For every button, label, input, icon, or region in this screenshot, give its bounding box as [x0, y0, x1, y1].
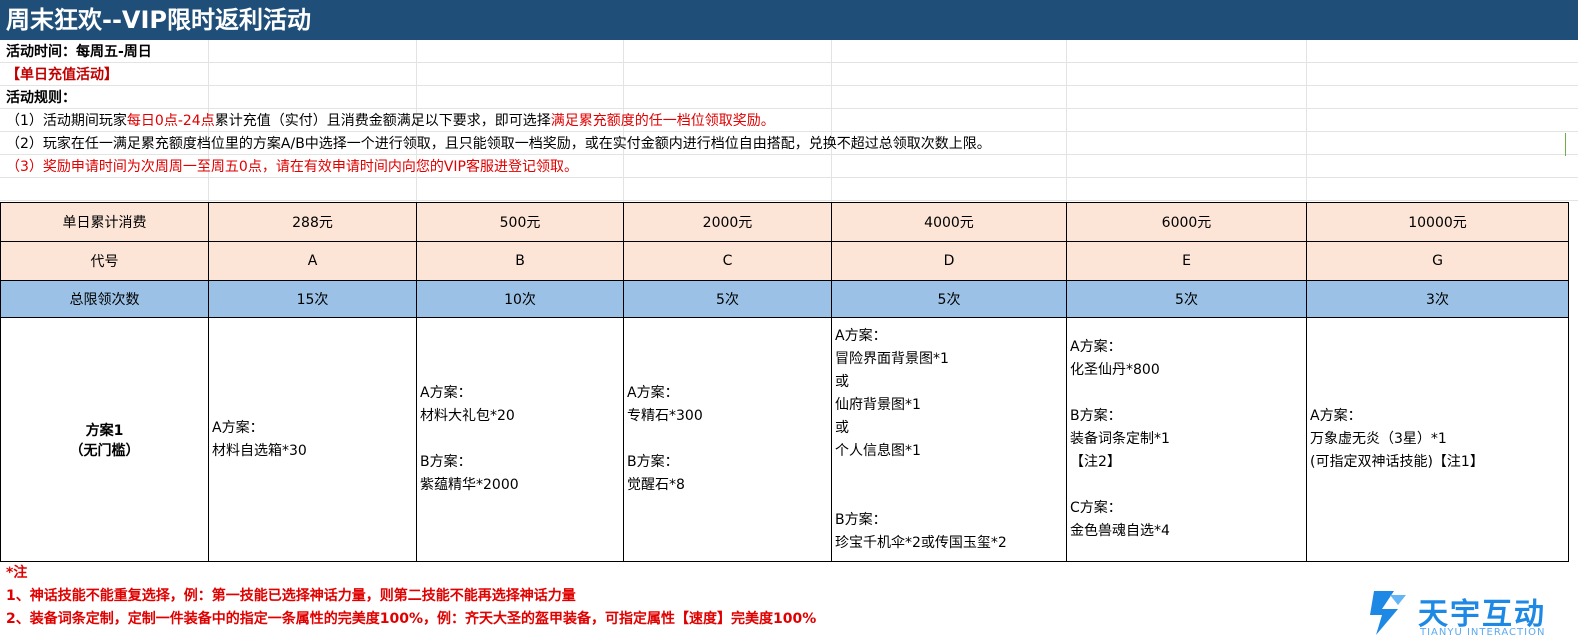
- plan-cell-line: A方案：: [1070, 339, 1122, 355]
- plan-cell-content: A方案： 万象虚无炎（3星）*1 (可指定双神话技能)【注1】: [1307, 405, 1568, 474]
- plan-cell-line: A方案：: [627, 385, 679, 401]
- spend-cell: 288元: [208, 202, 417, 242]
- plan-cell-line: A方案：: [835, 327, 887, 344]
- rule-1-highlight-time: 每日0点-24点: [126, 113, 215, 129]
- plan-cell-line: 专精石*300: [627, 408, 703, 424]
- plan-cell-line: 紫蕴精华*2000: [420, 477, 519, 493]
- code-cell: G: [1306, 241, 1569, 281]
- plan-cell-line: (可指定双神话技能)【注1】: [1310, 454, 1484, 470]
- plan-cell-line: B方案：: [627, 454, 679, 470]
- spend-cell: 500元: [416, 202, 624, 242]
- rule-3: （3）奖励申请时间为次周周一至周五0点，请在有效申请时间内向您的VIP客服进登记…: [6, 159, 578, 175]
- logo-mark-icon: [1370, 591, 1406, 635]
- plan-cell-line: 仙府背景图*1: [835, 396, 921, 413]
- rule-2-text: （2）玩家在任一满足累充额度档位里的方案A/B中选择一个进行领取，且只能领取一档…: [6, 136, 991, 152]
- plan-label-subtitle: （无门槛）: [69, 442, 140, 459]
- plan-cell-line: A方案：: [1310, 408, 1362, 424]
- plan-cell-line: C方案：: [1070, 500, 1122, 516]
- table-row-limit: 总限领次数 15次 10次 5次 5次 5次 3次: [0, 280, 1569, 318]
- limit-label: 总限领次数: [0, 280, 209, 318]
- plan-cell-line: 化圣仙丹*800: [1070, 362, 1160, 378]
- note-2: 2、装备词条定制，定制一件装备中的指定一条属性的完美度100%，例：齐天大圣的盔…: [6, 611, 817, 627]
- plan-cell-gap: [835, 486, 1066, 509]
- rule-1: （1）活动期间玩家每日0点-24点累计充值（实付）且消费金额满足以下要求，即可选…: [6, 110, 775, 133]
- plan-cell-gap: [420, 428, 623, 451]
- selected-cell-border: [1565, 133, 1566, 156]
- spend-cell: 2000元: [623, 202, 832, 242]
- plan-cell: A方案： 材料自选箱*30: [208, 317, 417, 562]
- section-title: 【单日充值活动】: [6, 67, 118, 83]
- plan-cell: A方案： 万象虚无炎（3星）*1 (可指定双神话技能)【注1】: [1306, 317, 1569, 562]
- code-cell: B: [416, 241, 624, 281]
- table-row-spend: 单日累计消费 288元 500元 2000元 4000元 6000元 10000…: [0, 202, 1569, 242]
- rule-1-part-a: （1）活动期间玩家: [6, 113, 127, 129]
- rule-2: （2）玩家在任一满足累充额度档位里的方案A/B中选择一个进行领取，且只能领取一档…: [0, 133, 1560, 156]
- plan-cell-line: 装备词条定制*1: [1070, 431, 1170, 447]
- spend-label: 单日累计消费: [0, 202, 209, 242]
- note-1: 1、神话技能不能重复选择，例：第一技能已选择神话力量，则第二技能不能再选择神话力…: [6, 588, 576, 604]
- notes-section: *注 1、神话技能不能重复选择，例：第一技能已选择神话力量，则第二技能不能再选择…: [6, 562, 816, 631]
- reward-table: 单日累计消费 288元 500元 2000元 4000元 6000元 10000…: [0, 202, 1569, 562]
- limit-cell: 5次: [1066, 280, 1307, 318]
- plan-cell-line: 【注2】: [1070, 454, 1121, 470]
- logo-subtext: TIANYU INTERACTION: [1420, 627, 1546, 638]
- plan-cell-line: B方案：: [420, 454, 472, 470]
- plan-cell: A方案： 化圣仙丹*800 B方案： 装备词条定制*1 【注2】 C方案： 金色兽魂自选*4: [1066, 317, 1307, 562]
- plan-cell: A方案： 材料大礼包*20 B方案： 紫蕴精华*2000: [416, 317, 624, 562]
- spend-cell: 6000元: [1066, 202, 1307, 242]
- plan-cell-line: 金色兽魂自选*4: [1070, 523, 1170, 539]
- plan-cell-line: A方案：: [420, 385, 472, 401]
- plan-cell-line: 材料自选箱*30: [212, 442, 307, 459]
- plan-cell-line: 万象虚无炎（3星）*1: [1310, 431, 1447, 447]
- plan-label-title: 方案1: [85, 422, 124, 439]
- plan-cell-line: 材料大礼包*20: [420, 408, 515, 424]
- plan-cell-content: A方案： 专精石*300 B方案： 觉醒石*8: [624, 382, 831, 497]
- limit-cell: 10次: [416, 280, 624, 318]
- page-title: 周末狂欢--VIP限时返利活动: [0, 0, 1578, 40]
- rule-1-highlight-tier: 满足累充额度的任一档位领取奖励。: [550, 113, 775, 129]
- plan-cell-gap: [627, 428, 831, 451]
- plan-cell-line: 或: [835, 373, 849, 390]
- plan-cell-line: 珍宝千机伞*2或传国玉玺*2: [835, 534, 1007, 551]
- plan-cell-gap: [1070, 382, 1306, 405]
- plan-cell-gap: [1070, 474, 1306, 497]
- limit-cell: 5次: [831, 280, 1067, 318]
- notes-heading: *注: [6, 565, 28, 581]
- plan-label: 方案1 （无门槛）: [0, 317, 209, 562]
- activity-time: 活动时间：每周五-周日: [6, 44, 152, 60]
- spend-cell: 4000元: [831, 202, 1067, 242]
- plan-cell-line: 觉醒石*8: [627, 477, 685, 493]
- table-row-plan: 方案1 （无门槛） A方案： 材料自选箱*30 A方案： 材料大礼包*20 B方案： 紫…: [0, 317, 1569, 562]
- plan-cell-content: A方案： 冒险界面背景图*1 或仙府背景图*1 或个人信息图*1 B方案： 珍宝千机伞*2…: [832, 325, 1066, 555]
- code-cell: D: [831, 241, 1067, 281]
- plan-cell-content: A方案： 材料自选箱*30: [209, 417, 416, 463]
- rule-1-part-c: 累计充值（实付）且消费金额满足以下要求，即可选择: [214, 113, 551, 129]
- plan-cell: A方案： 冒险界面背景图*1 或仙府背景图*1 或个人信息图*1 B方案： 珍宝千机伞*2…: [831, 317, 1067, 562]
- code-label: 代号: [0, 241, 209, 281]
- limit-cell: 15次: [208, 280, 417, 318]
- company-logo: 天宇互动 TIANYU INTERACTION: [1360, 583, 1570, 639]
- plan-cell-line: 或: [835, 419, 849, 436]
- plan-cell-line: B方案：: [1070, 408, 1122, 424]
- limit-cell: 3次: [1306, 280, 1569, 318]
- limit-cell: 5次: [623, 280, 832, 318]
- plan-cell-line: B方案：: [835, 511, 887, 528]
- plan-cell: A方案： 专精石*300 B方案： 觉醒石*8: [623, 317, 832, 562]
- plan-cell-line: A方案：: [212, 419, 264, 436]
- code-cell: C: [623, 241, 832, 281]
- plan-cell-gap: [835, 463, 1066, 486]
- table-row-code: 代号 A B C D E G: [0, 241, 1569, 281]
- plan-cell-line: 个人信息图*1: [835, 442, 921, 459]
- code-cell: E: [1066, 241, 1307, 281]
- plan-cell-content: A方案： 材料大礼包*20 B方案： 紫蕴精华*2000: [417, 382, 623, 497]
- spend-cell: 10000元: [1306, 202, 1569, 242]
- rules-heading: 活动规则：: [6, 90, 76, 106]
- plan-cell-line: 冒险界面背景图*1: [835, 350, 949, 367]
- plan-cell-content: A方案： 化圣仙丹*800 B方案： 装备词条定制*1 【注2】 C方案： 金色兽魂自选*4: [1067, 336, 1306, 543]
- code-cell: A: [208, 241, 417, 281]
